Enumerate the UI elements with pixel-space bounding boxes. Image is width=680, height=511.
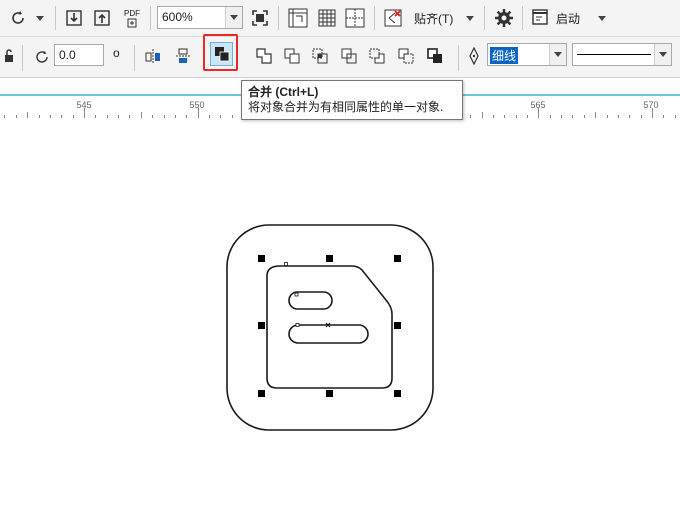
rotation-angle-icon: [32, 47, 52, 67]
snap-to-label[interactable]: 贴齐(T): [414, 10, 453, 27]
show-guidelines-icon[interactable]: [343, 6, 367, 30]
simplify-icon[interactable]: [338, 45, 360, 67]
zoom-level-value[interactable]: 600%: [162, 10, 193, 24]
rotate-dropdown-arrow[interactable]: [34, 12, 46, 24]
launch-label[interactable]: 启动: [556, 10, 580, 27]
pdf-icon: [127, 18, 137, 27]
trim-icon[interactable]: [281, 45, 303, 67]
zoom-level-combo[interactable]: 600%: [157, 6, 243, 29]
create-boundary-icon[interactable]: [424, 45, 446, 67]
separator: [22, 45, 23, 71]
outline-width-value[interactable]: 细线: [490, 47, 519, 64]
options-gear-icon[interactable]: [492, 6, 516, 30]
launch-app-icon[interactable]: [530, 7, 550, 27]
tooltip-title: 合并 (Ctrl+L): [248, 85, 319, 99]
selection-handle-middle-left[interactable]: [258, 322, 265, 329]
selection-handle-bottom-right[interactable]: [394, 390, 401, 397]
selection-handle-middle-right[interactable]: [394, 322, 401, 329]
full-screen-icon[interactable]: [249, 7, 271, 29]
separator: [150, 6, 151, 30]
selection-handle-bottom-center[interactable]: [326, 390, 333, 397]
ruler-tick: [652, 108, 653, 118]
weld-icon[interactable]: [253, 45, 275, 67]
long-pill-shape[interactable]: [288, 324, 369, 344]
rotation-angle-value[interactable]: 0.0: [59, 48, 76, 62]
front-minus-back-icon[interactable]: [366, 45, 388, 67]
tooltip-description: 将对象合并为有相同属性的单一对象.: [248, 100, 444, 114]
selection-handle-top-center[interactable]: [326, 255, 333, 262]
separator: [55, 6, 56, 30]
separator: [134, 45, 135, 71]
outline-width-dropdown-arrow[interactable]: [549, 44, 566, 65]
zoom-dropdown-arrow[interactable]: [225, 7, 242, 28]
node-marker[interactable]: [295, 323, 300, 327]
line-style-preview: [577, 54, 651, 55]
ruler-tick: [538, 108, 540, 118]
node-marker[interactable]: [284, 262, 288, 266]
degree-symbol: o: [113, 46, 120, 60]
import-icon[interactable]: [63, 7, 85, 29]
ruler-tick: [84, 108, 85, 118]
outline-width-combo[interactable]: 细线: [487, 43, 567, 66]
rotate-icon[interactable]: [8, 8, 28, 28]
intersect-icon[interactable]: [309, 45, 331, 67]
lock-ratio-icon[interactable]: [2, 48, 16, 64]
rotation-angle-input[interactable]: 0.0: [54, 44, 104, 66]
combine-tooltip: 合并 (Ctrl+L) 将对象合并为有相同属性的单一对象.: [241, 80, 463, 120]
drawing-canvas[interactable]: [0, 118, 680, 511]
combine-icon: [214, 47, 229, 62]
show-grid-icon[interactable]: [315, 6, 339, 30]
line-style-combo[interactable]: [572, 43, 672, 66]
export-icon[interactable]: [91, 7, 113, 29]
back-minus-front-icon[interactable]: [395, 45, 417, 67]
ruler-label-570: 570: [643, 100, 659, 110]
separator: [374, 6, 375, 30]
mirror-horizontal-icon[interactable]: [142, 45, 164, 67]
separator: [458, 45, 459, 71]
separator: [278, 6, 279, 30]
launch-dropdown-arrow[interactable]: [596, 12, 608, 24]
property-bar: 0.0 o 细线: [0, 34, 680, 78]
separator: [484, 6, 485, 30]
combine-button[interactable]: [210, 42, 233, 66]
pdf-label: PDF: [124, 8, 140, 18]
snap-dropdown-arrow[interactable]: [464, 12, 476, 24]
selection-handle-bottom-left[interactable]: [258, 390, 265, 397]
selection-handle-top-left[interactable]: [258, 255, 265, 262]
line-style-dropdown-arrow[interactable]: [654, 44, 671, 65]
separator: [522, 6, 523, 30]
ruler-tick: [197, 108, 199, 118]
show-rulers-icon[interactable]: [286, 6, 310, 30]
publish-pdf-button[interactable]: PDF: [119, 6, 145, 30]
mirror-vertical-icon[interactable]: [172, 45, 194, 67]
snap-off-icon[interactable]: [381, 6, 405, 30]
standard-toolbar: PDF 600% 贴齐(T) 启动: [0, 0, 680, 37]
node-marker[interactable]: [294, 292, 299, 297]
outline-pen-icon: [466, 46, 482, 66]
selection-handle-top-right[interactable]: [394, 255, 401, 262]
